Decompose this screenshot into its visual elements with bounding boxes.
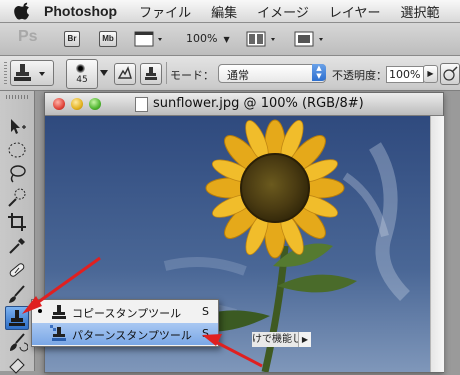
view-extras-icon[interactable]: [134, 30, 164, 48]
flyout-item-pattern-stamp[interactable]: パターンスタンプツール S: [32, 323, 218, 345]
brush-icon: [9, 285, 25, 303]
brush-panel-icon: [117, 66, 132, 79]
clone-stamp-tool[interactable]: [5, 306, 29, 330]
menu-layer[interactable]: レイヤー: [329, 2, 381, 21]
minimize-button[interactable]: [71, 98, 83, 110]
move-icon: [11, 119, 26, 134]
status-bar-text: けで機能し...: [252, 332, 298, 347]
options-bar: 45 モード： 通常 ▲ ▼ 不透明度： 100% ▶: [0, 56, 460, 91]
opacity-dropdown-icon[interactable]: ▶: [423, 65, 438, 83]
eraser-icon: [9, 358, 25, 374]
brush-dropdown-icon[interactable]: [100, 70, 108, 76]
flyout-item-label: コピースタンプツール: [72, 307, 182, 320]
stamp-icon: [14, 64, 45, 81]
move-tool[interactable]: [6, 115, 28, 137]
zoom-dropdown-icon: ▼: [223, 35, 230, 44]
clone-stamp-icon: [52, 305, 66, 319]
menu-select[interactable]: 選択範: [401, 2, 440, 21]
flyout-item-clone-stamp[interactable]: コピースタンプツール S: [32, 301, 218, 323]
crop-icon: [8, 213, 26, 231]
arrange-documents-icon[interactable]: [246, 30, 280, 48]
stamp-tool-flyout: コピースタンプツール S パターンスタンプツール S: [31, 299, 219, 347]
mode-select[interactable]: 通常 ▲ ▼: [218, 64, 326, 83]
apple-icon[interactable]: [14, 2, 32, 20]
ellipse-marquee-icon: [8, 142, 26, 158]
history-brush-tool[interactable]: [6, 331, 28, 353]
menu-edit[interactable]: 編集: [211, 2, 237, 21]
vertical-scrollbar[interactable]: [430, 116, 444, 372]
brush-panel-toggle[interactable]: [114, 63, 136, 85]
eraser-tool[interactable]: [6, 353, 28, 375]
status-menu-arrow-icon[interactable]: ▶: [298, 332, 311, 347]
mode-select-arrows-icon: ▲ ▼: [312, 64, 326, 81]
screen-mode-icon[interactable]: [294, 30, 328, 48]
clone-stamp-icon: [9, 310, 25, 326]
opacity-label: 不透明度：: [332, 69, 387, 82]
document-title: sunflower.jpg @ 100% (RGB/8#): [153, 96, 364, 111]
tools-grip[interactable]: [6, 95, 28, 99]
quick-selection-tool[interactable]: [6, 187, 28, 209]
selected-bullet-icon: [38, 309, 42, 313]
clone-source-toggle[interactable]: [140, 63, 162, 85]
flyout-item-shortcut: S: [202, 305, 209, 318]
menu-image[interactable]: イメージ: [257, 2, 309, 21]
flyout-item-label: パターンスタンプツール: [72, 329, 192, 342]
eyedropper-icon: [9, 238, 25, 254]
close-button[interactable]: [53, 98, 65, 110]
ps-logo: Ps: [18, 28, 38, 45]
brush-tip-icon: [76, 64, 85, 73]
menu-file[interactable]: ファイル: [139, 2, 191, 21]
zoom-button[interactable]: [89, 98, 101, 110]
lasso-tool[interactable]: [6, 163, 28, 185]
bridge-button[interactable]: Br: [64, 31, 80, 47]
brush-size: 45: [76, 75, 88, 85]
pressure-icon: [443, 66, 458, 81]
document-icon: [135, 97, 148, 112]
mode-label: モード：: [170, 69, 214, 82]
healing-brush-tool[interactable]: [6, 259, 28, 281]
mode-value: 通常: [227, 69, 249, 82]
menu-bar: Photoshop ファイル 編集 イメージ レイヤー 選択範: [0, 0, 460, 23]
tool-preset-picker[interactable]: [10, 60, 54, 86]
zoom-level[interactable]: 100% ▼: [186, 32, 230, 45]
mini-bridge-button[interactable]: Mb: [99, 31, 117, 47]
pressure-opacity-toggle[interactable]: [440, 63, 460, 85]
zoom-value: 100%: [186, 32, 218, 45]
healing-brush-icon: [9, 263, 25, 277]
opacity-input[interactable]: 100%: [386, 66, 424, 83]
crop-tool[interactable]: [6, 211, 28, 233]
marquee-tool[interactable]: [6, 139, 28, 161]
eyedropper-tool[interactable]: [6, 235, 28, 257]
history-brush-icon: [10, 333, 28, 352]
options-grip[interactable]: [4, 62, 7, 84]
document-titlebar[interactable]: sunflower.jpg @ 100% (RGB/8#): [45, 93, 443, 116]
brush-preset-picker[interactable]: 45: [66, 59, 98, 89]
pattern-stamp-icon: [50, 325, 66, 341]
options-separator: [166, 62, 167, 84]
brush-tool[interactable]: [6, 283, 28, 305]
flyout-item-shortcut: S: [202, 327, 209, 340]
application-bar: Ps Br Mb 100% ▼: [0, 23, 460, 56]
tools-panel: [0, 91, 35, 374]
quick-selection-icon: [8, 188, 26, 207]
clone-source-icon: [145, 67, 157, 80]
menu-app-name[interactable]: Photoshop: [44, 3, 117, 19]
lasso-icon: [10, 165, 26, 183]
